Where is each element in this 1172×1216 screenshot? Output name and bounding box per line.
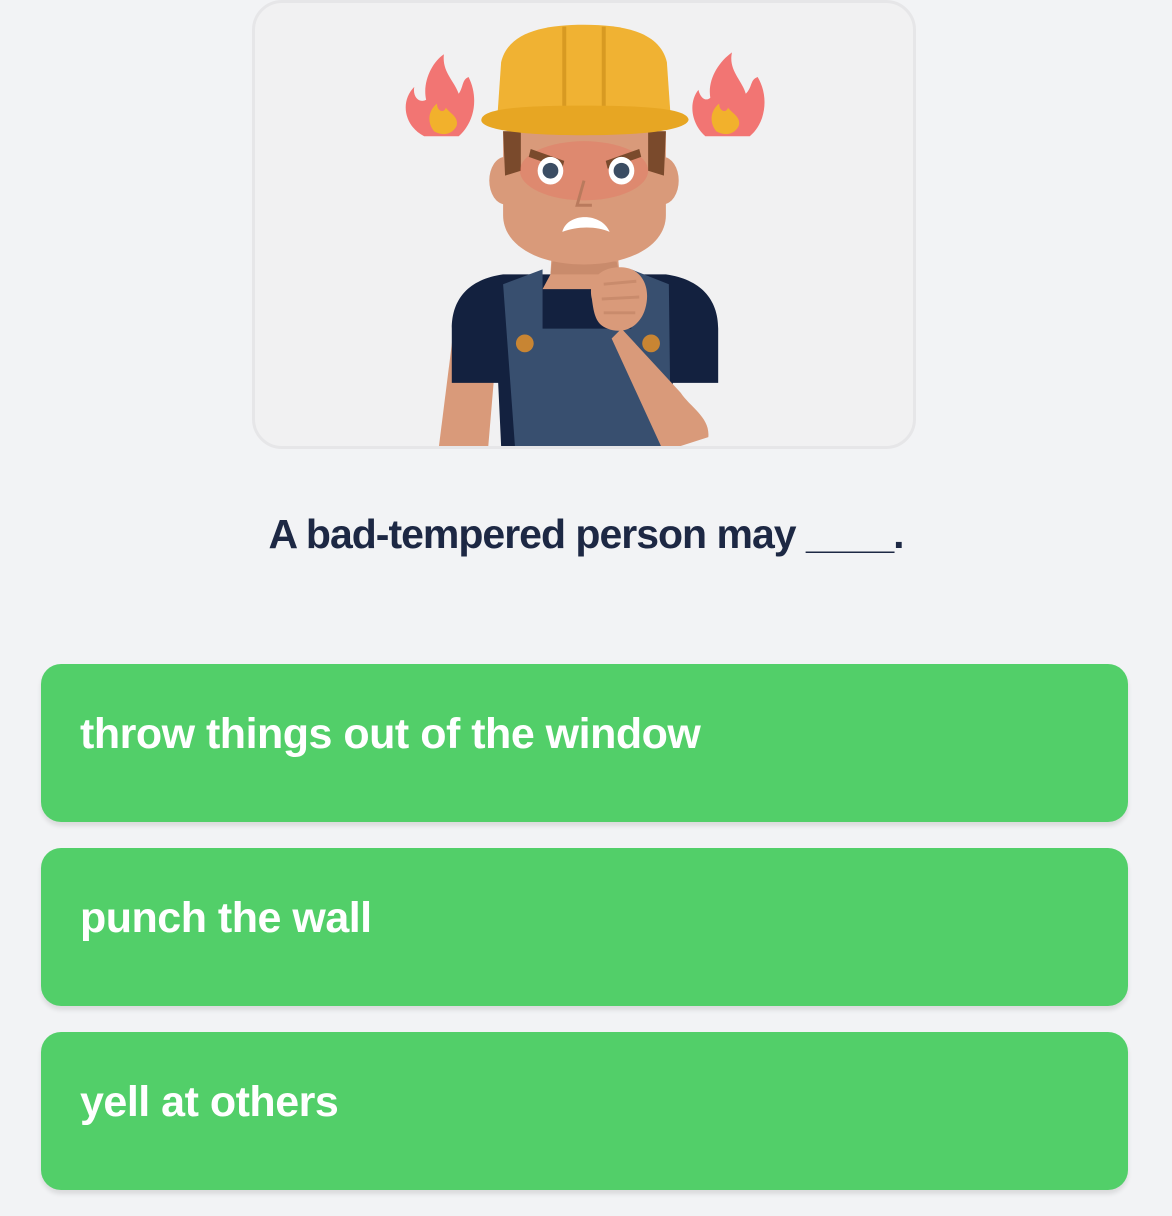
answer-list: throw things out of the window punch the… (41, 664, 1128, 1216)
answer-label: punch the wall (80, 894, 372, 942)
angry-construction-worker-icon (405, 24, 765, 446)
answer-option-3[interactable]: yell at others (41, 1032, 1128, 1190)
question-image-card (252, 0, 916, 449)
answer-option-1[interactable]: throw things out of the window (41, 664, 1128, 822)
answer-label: yell at others (80, 1078, 339, 1126)
flame-icon (405, 54, 475, 137)
question-text: A bad-tempered person may ____. (268, 511, 904, 557)
answer-option-2[interactable]: punch the wall (41, 848, 1128, 1006)
flame-icon (692, 52, 765, 137)
answer-label: throw things out of the window (80, 710, 701, 758)
